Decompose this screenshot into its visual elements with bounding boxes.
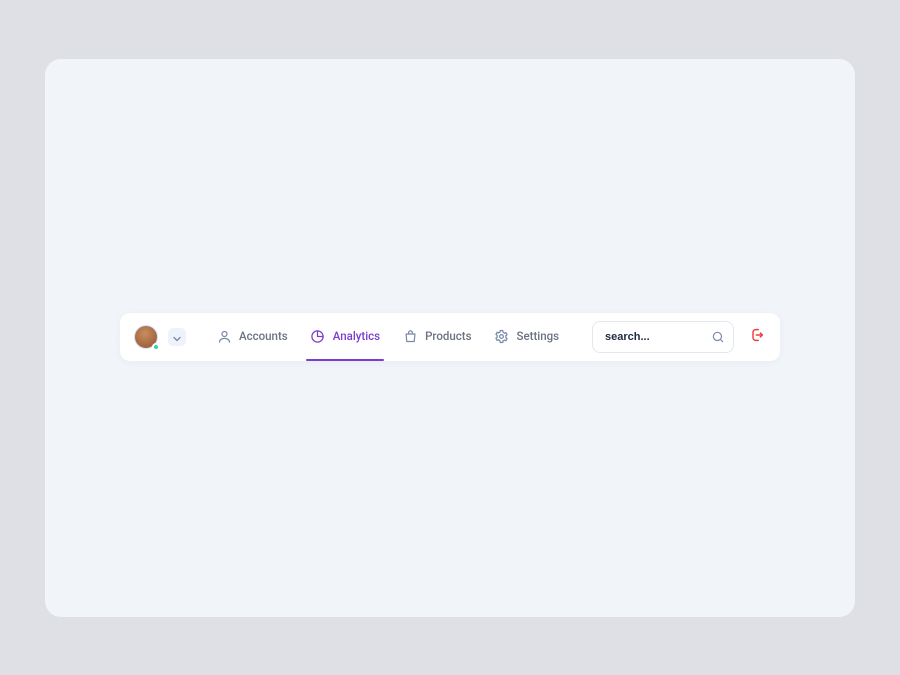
search-field bbox=[592, 321, 734, 353]
pie-chart-icon bbox=[310, 329, 326, 345]
status-indicator bbox=[152, 343, 160, 351]
nav-item-products[interactable]: Products bbox=[402, 313, 471, 361]
gear-icon bbox=[494, 329, 510, 345]
nav-item-analytics[interactable]: Analytics bbox=[310, 313, 380, 361]
nav-item-label: Analytics bbox=[333, 331, 380, 343]
app-panel: Accounts Analytics Products Settings bbox=[45, 59, 855, 617]
search-input[interactable] bbox=[592, 321, 734, 353]
nav-links: Accounts Analytics Products Settings bbox=[216, 313, 559, 361]
nav-item-settings[interactable]: Settings bbox=[494, 313, 560, 361]
user-icon bbox=[216, 329, 232, 345]
user-avatar[interactable] bbox=[134, 325, 158, 349]
logout-button[interactable] bbox=[748, 328, 766, 346]
nav-item-label: Products bbox=[425, 331, 471, 343]
nav-item-accounts[interactable]: Accounts bbox=[216, 313, 288, 361]
nav-item-label: Settings bbox=[517, 331, 560, 343]
shopping-bag-icon bbox=[402, 329, 418, 345]
logout-icon bbox=[749, 327, 765, 347]
nav-item-label: Accounts bbox=[239, 331, 288, 343]
user-menu-button[interactable] bbox=[168, 328, 186, 346]
navbar: Accounts Analytics Products Settings bbox=[120, 313, 780, 361]
caret-down-icon bbox=[173, 327, 181, 346]
